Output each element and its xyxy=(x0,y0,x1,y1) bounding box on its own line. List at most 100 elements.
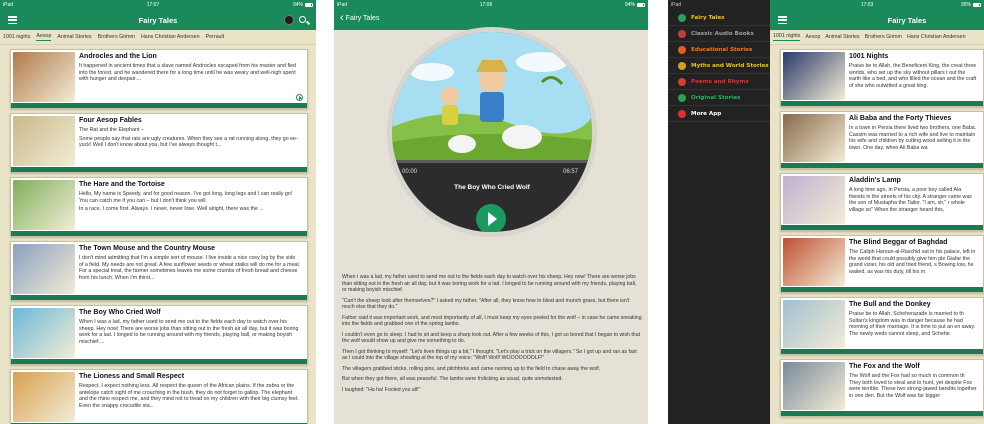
tab-aesop[interactable]: Aesop xyxy=(36,33,52,41)
tab-hans-christian-andersen[interactable]: Hans Christian Andersen xyxy=(141,34,200,41)
tab-brothers-grimm[interactable]: Brothers Grimm xyxy=(865,34,902,41)
tab-animal-stories[interactable]: Animal Stories xyxy=(825,34,859,41)
story-thumbnail xyxy=(13,180,75,230)
story-excerpt: It happened in ancient times that a slav… xyxy=(79,63,297,83)
story-title: Aladdin's Lamp xyxy=(849,177,901,184)
story-excerpt-more: In a race, I come first. Always. I never… xyxy=(79,206,264,213)
story-illustration xyxy=(392,32,592,160)
menu-item-myths-and-world-stories[interactable]: Myths and World Stories xyxy=(668,58,770,74)
audio-player: 00:00 06:57 The Boy Who Cried Wolf xyxy=(392,32,592,232)
story-paragraph: But when they got there, all was peacefu… xyxy=(342,376,563,382)
story-title: Four Aesop Fables xyxy=(79,117,142,124)
card-footer-bar xyxy=(11,359,307,364)
story-list: 1001 Nights Praise be to Allah, the Benef… xyxy=(770,45,984,417)
menu-item-more-app[interactable]: More App xyxy=(668,106,770,122)
card-footer-bar xyxy=(781,225,983,230)
menu-label: Original Stories xyxy=(691,94,741,101)
story-excerpt: Praise be to Allah, the Beneficent King,… xyxy=(849,63,977,89)
category-tabs: 1001 nights Aesop Animal Stories Brother… xyxy=(770,30,984,45)
menu-panel: iPad Fairy Tales Classic Audio Books Edu… xyxy=(668,0,984,424)
menu-item-educational-stories[interactable]: Educational Stories xyxy=(668,42,770,58)
story-excerpt: The Caliph Haroun-al-Raschid sat in his … xyxy=(849,249,976,275)
clock: 17:03 xyxy=(860,2,874,8)
story-card[interactable]: Aladdin's Lamp A long time ago, in Persia… xyxy=(780,173,984,231)
story-paragraph: "Can't the sheep look after themselves?"… xyxy=(342,297,630,311)
story-paragraph: The villagers grabbed sticks, rolling pi… xyxy=(342,365,601,372)
main-content: 17:03 95% Fairy Tales 1001 nights Aesop … xyxy=(770,0,984,424)
story-card[interactable]: 1001 Nights Praise be to Allah, the Benef… xyxy=(780,49,984,107)
hamburger-menu-icon[interactable] xyxy=(8,16,17,24)
back-button[interactable]: ‹ Fairy Tales xyxy=(340,12,380,24)
story-card[interactable]: Ali Baba and the Forty Thieves In a town … xyxy=(780,111,984,169)
story-thumbnail xyxy=(13,52,75,102)
story-card[interactable]: Four Aesop Fables The Rat and the Elepha… xyxy=(10,113,308,173)
category-tabs: 1001 nights Aesop Animal Stories Brother… xyxy=(0,30,316,45)
screenshot-composite: iPad 17:07 94% Fairy Tales 1001 nights A… xyxy=(0,0,984,424)
story-excerpt: Respect. I expect nothing less. All resp… xyxy=(79,383,299,409)
story-card[interactable]: The Blind Beggar of Baghdad The Caliph Ha… xyxy=(780,235,984,293)
story-thumbnail xyxy=(783,52,845,100)
story-paragraph: Then I got thinking to myself: "Let's li… xyxy=(342,348,637,362)
clock: 17:06 xyxy=(479,2,493,8)
nav-bar: Fairy Tales xyxy=(0,10,316,30)
story-paragraph: When I was a lad, my father used to send… xyxy=(342,274,637,293)
category-icon xyxy=(678,45,686,54)
status-bar: iPad 17:07 94% xyxy=(0,0,316,10)
menu-item-classic-audio-books[interactable]: Classic Audio Books xyxy=(668,26,770,42)
tab-animal-stories[interactable]: Animal Stories xyxy=(57,34,91,41)
tab-aesop[interactable]: Aesop xyxy=(805,34,820,41)
back-label: Fairy Tales xyxy=(345,14,380,22)
story-list: Androcles and the Lion It happened in an… xyxy=(0,45,316,424)
nav-title: Fairy Tales xyxy=(138,15,178,25)
play-circle-icon xyxy=(296,94,303,101)
story-title: Androcles and the Lion xyxy=(79,53,157,60)
tab-1001-nights[interactable]: 1001 nights xyxy=(773,33,801,41)
story-title: 1001 Nights xyxy=(849,53,889,60)
hamburger-menu-icon[interactable] xyxy=(778,16,787,24)
menu-item-poems-and-rhyms[interactable]: Poems and Rhyms xyxy=(668,74,770,90)
battery-icon xyxy=(973,3,981,7)
card-footer-bar xyxy=(781,349,983,354)
tab-perrault[interactable]: Perrault xyxy=(206,34,225,41)
category-icon xyxy=(678,29,686,38)
story-card[interactable]: The Town Mouse and the Country Mouse I d… xyxy=(10,241,308,301)
card-footer-bar xyxy=(781,163,983,168)
nav-title: Fairy Tales xyxy=(887,15,927,25)
story-thumbnail xyxy=(783,114,845,162)
story-excerpt: Praise be to Allah, Scheherazade is marr… xyxy=(849,311,976,337)
menu-label: Classic Audio Books xyxy=(691,30,754,37)
play-button[interactable] xyxy=(476,204,506,232)
story-card[interactable]: The Fox and the Wolf The Wolf and the Fox… xyxy=(780,359,984,417)
story-card[interactable]: The Hare and the Tortoise Hello, My name… xyxy=(10,177,308,237)
story-title: The Boy Who Cried Wolf xyxy=(79,309,161,316)
story-excerpt: Hello, My name is Speedy, and for good r… xyxy=(79,191,293,204)
story-card[interactable]: Androcles and the Lion It happened in an… xyxy=(10,49,308,109)
story-subtitle: The Rat and the Elephant – xyxy=(79,127,144,133)
player-title: The Boy Who Cried Wolf xyxy=(454,184,530,191)
story-excerpt: The Wolf and the Fox had so much in comm… xyxy=(849,373,977,399)
search-icon[interactable] xyxy=(299,16,306,23)
tab-1001-nights[interactable]: 1001 nights xyxy=(3,34,30,41)
menu-item-fairy-tales[interactable]: Fairy Tales xyxy=(668,10,770,26)
chevron-left-icon: ‹ xyxy=(340,12,344,24)
card-footer-bar xyxy=(781,287,983,292)
category-icon xyxy=(678,77,686,86)
story-excerpt: A long time ago, in Persia, a poor boy c… xyxy=(849,187,972,213)
story-card[interactable]: The Boy Who Cried Wolf When I was a lad,… xyxy=(10,305,308,365)
story-paragraph: Father said it was important work, and m… xyxy=(342,314,642,328)
card-footer-bar xyxy=(11,103,307,108)
story-thumbnail xyxy=(783,300,845,348)
story-card[interactable]: The Lioness and Small Respect Respect. I… xyxy=(10,369,308,424)
device-label: iPad xyxy=(671,2,682,8)
category-icon xyxy=(678,93,686,102)
story-thumbnail xyxy=(13,116,75,166)
clock: 17:07 xyxy=(146,2,160,8)
menu-item-original-stories[interactable]: Original Stories xyxy=(668,90,770,106)
story-card[interactable]: The Bull and the Donkey Praise be to Alla… xyxy=(780,297,984,355)
tab-hans-christian-andersen[interactable]: Hans Christian Andersen xyxy=(907,34,966,41)
tab-brothers-grimm[interactable]: Brothers Grimm xyxy=(98,34,135,41)
story-thumbnail xyxy=(783,362,845,410)
progress-bar[interactable] xyxy=(392,160,592,163)
globe-icon[interactable] xyxy=(284,15,294,25)
card-footer-bar xyxy=(781,411,983,416)
